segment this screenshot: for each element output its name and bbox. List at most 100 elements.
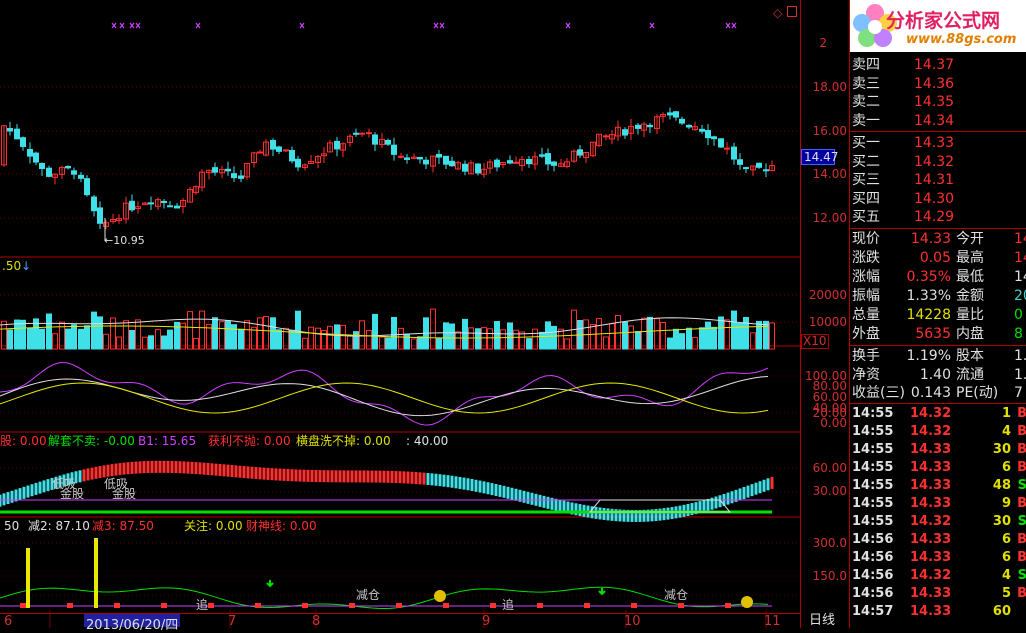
annotation-reduce-2: 减仓 [664, 588, 689, 602]
quote-label-2: 股本 [956, 348, 984, 364]
quote-row: 换手 1.19% 股本 1.3 [852, 347, 1026, 365]
volume-bar [743, 317, 749, 350]
quote-value-2: 14 [1014, 231, 1026, 247]
signal-x-marker [725, 22, 731, 29]
legend-item: 财神线: 0.00 [246, 519, 317, 533]
order-price: 14.30 [914, 190, 955, 207]
tick-volume: 4 [1001, 424, 1011, 439]
tick-row: 14:57 14.33 60 [852, 603, 1026, 621]
volume-bar [289, 329, 295, 350]
volume-bar [750, 332, 756, 350]
candle-down [436, 153, 442, 158]
volume-bar [507, 322, 513, 350]
candle-down [65, 165, 71, 169]
volume-bar [39, 328, 45, 350]
tick-time: 14:55 [852, 406, 894, 421]
quote-panel: 分析家公式网 www.88gs.com 卖四 14.37 卖三 14.36 卖二 14.3… [849, 0, 1026, 628]
signal-x-marker [649, 22, 655, 29]
quote-row: 现价 14.33 今开 14 [852, 230, 1026, 248]
order-price: 14.35 [914, 94, 955, 110]
tick-price: 14.33 [910, 496, 952, 511]
volume-bar [244, 320, 250, 350]
tick-time: 14:56 [852, 568, 894, 583]
candle-down [462, 163, 468, 172]
tick-side: B [1017, 496, 1026, 511]
tick-row: 14:55 14.33 6 B [852, 459, 1026, 477]
tick-time: 14:57 [852, 604, 894, 619]
volume-bar [91, 311, 97, 350]
candle-down [238, 175, 244, 179]
volume-bar [539, 331, 545, 350]
volume-bar [756, 320, 762, 350]
date-tick-selected[interactable]: 2013/06/20/四 [84, 614, 181, 633]
volume-bar [551, 325, 557, 350]
date-axis: 6 2013/06/20/四 7 8 9 10 11 [0, 613, 800, 633]
volume-bar [699, 327, 705, 350]
candle-down [225, 168, 231, 172]
axis-price-16: 16.00 [812, 124, 847, 138]
date-tick-left: 6 [4, 614, 13, 629]
tick-row: 14:55 14.32 30 S [852, 513, 1026, 531]
tick-time: 14:55 [852, 496, 894, 511]
signal-x-marker [731, 22, 737, 29]
candle-down [276, 146, 282, 152]
volume-bar [718, 316, 724, 350]
volume-bar [129, 329, 135, 350]
annotation-chase-1: 追 [196, 598, 209, 612]
order-label: 买四 [852, 190, 880, 207]
quote-label: 外盘 [852, 326, 880, 342]
candle-down [507, 160, 513, 164]
kline-chart-area[interactable] [0, 0, 800, 628]
candle-down [20, 137, 26, 148]
square-icon[interactable] [787, 6, 797, 17]
date-tick-11: 11 [764, 614, 781, 629]
tick-volume: 1 [1001, 406, 1011, 421]
panel-divider [850, 403, 1026, 404]
diamond-icon[interactable]: ◇ [773, 6, 782, 20]
tick-volume: 60 [992, 604, 1011, 619]
quote-label-2: 最低 [956, 269, 984, 285]
kd-lines [0, 362, 769, 426]
volume-bar [711, 326, 717, 350]
candle-down [679, 118, 685, 124]
period-button[interactable]: 日线 [809, 613, 835, 628]
order-price: 14.34 [914, 112, 955, 129]
quote-row: 总量 14228 量比 0 [852, 306, 1026, 324]
signal-x-marker [439, 22, 445, 29]
candle-down [635, 124, 641, 129]
volume-bar [635, 330, 641, 350]
signal-x-marker [433, 22, 439, 29]
volume-bar [270, 317, 276, 350]
quote-label: 现价 [852, 231, 880, 247]
volume-bar [590, 324, 596, 350]
tick-time: 14:55 [852, 424, 894, 439]
volume-bar [65, 328, 71, 350]
quote-label-2: 量比 [956, 307, 984, 323]
candle-down [289, 150, 295, 162]
volume-bar [430, 308, 436, 350]
quote-value-2: 1.1 [1014, 366, 1026, 383]
green-arrow-icon [598, 588, 606, 596]
volume-bar [27, 327, 33, 350]
candle-down [577, 149, 583, 156]
tick-volume: 30 [992, 514, 1011, 529]
candle-down [78, 174, 84, 179]
quote-row: 振幅 1.33% 金额 204 [852, 287, 1026, 305]
tick-price: 14.33 [910, 604, 952, 619]
tick-volume: 30 [992, 442, 1011, 457]
ind2-marker [725, 603, 731, 608]
ind2-marker [490, 603, 496, 608]
candle-down [551, 161, 557, 166]
tick-side: B [1017, 532, 1026, 547]
ind2-marker [302, 603, 308, 608]
tick-side: B [1017, 442, 1026, 457]
candle-up [724, 147, 730, 150]
tick-volume: 6 [1001, 532, 1011, 547]
candle-up [366, 132, 372, 135]
ind2-marker [114, 603, 120, 608]
order-label: 卖三 [852, 75, 880, 92]
smiley-icon [741, 596, 753, 608]
volume-bar [347, 335, 353, 350]
quote-row: 收益(三) 0.143 PE(动) 7 [852, 384, 1026, 402]
tick-side: S [1017, 478, 1026, 493]
